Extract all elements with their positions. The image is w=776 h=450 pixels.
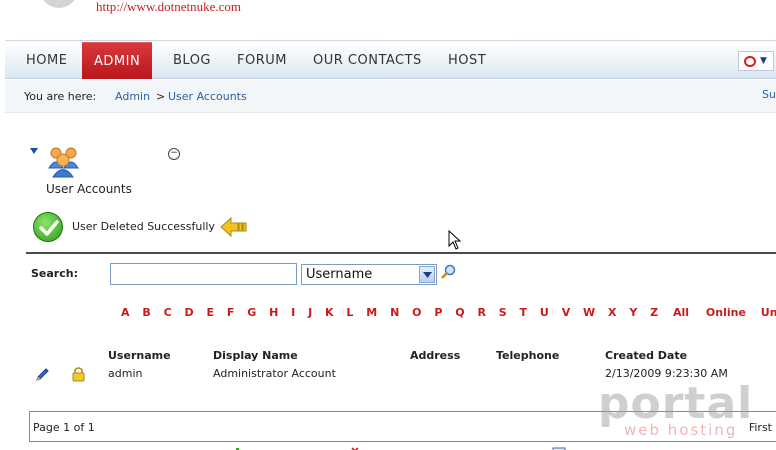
bottom-action-icons [0,443,776,450]
filter-letter-q[interactable]: Q [455,306,464,319]
filter-letter-k[interactable]: K [325,306,334,319]
filter-letter-r[interactable]: R [477,306,485,319]
breadcrumb-label: You are here: [24,90,97,103]
filter-letter-y[interactable]: Y [629,306,637,319]
filter-letter-e[interactable]: E [207,306,215,319]
portal-watermark-subtitle: web hosting [624,421,738,439]
search-field-value: Username [306,267,373,282]
filter-letter-m[interactable]: M [366,306,377,319]
cell-display-name: Administrator Account [213,367,336,380]
success-check-icon [33,212,63,242]
breadcrumb-admin-link[interactable]: Admin [115,90,150,103]
section-divider [26,252,776,254]
filter-letter-z[interactable]: Z [650,306,658,319]
filter-letter-s[interactable]: S [499,306,507,319]
column-header-telephone[interactable]: Telephone [496,349,559,362]
filter-letter-n[interactable]: N [390,306,399,319]
language-flag-icon [744,56,756,67]
column-header-created-date[interactable]: Created Date [605,349,687,362]
language-selector[interactable]: ▼ [738,51,774,71]
filter-letter-c[interactable]: C [164,306,172,319]
filter-letter-u[interactable]: U [540,306,549,319]
filter-letter-i[interactable]: I [291,306,295,319]
main-nav: HOME ADMIN BLOG FORUM OUR CONTACTS HOST … [5,42,776,79]
filter-letter-t[interactable]: T [520,306,528,319]
filter-letter-d[interactable]: D [185,306,194,319]
nav-host[interactable]: HOST [448,42,486,79]
filter-letter-x[interactable]: X [608,306,616,319]
chevron-down-icon: ▼ [760,56,767,66]
module-actions-icon[interactable] [30,148,38,154]
header-divider [5,40,776,41]
breadcrumb: You are here: Admin > User Accounts Su [5,80,776,113]
pointer-arrow-icon [220,216,248,240]
filter-letter-h[interactable]: H [269,306,278,319]
breadcrumb-right-link[interactable]: Su [762,88,776,101]
filter-letter-p[interactable]: P [434,306,442,319]
filter-online[interactable]: Online [706,306,746,319]
filter-letter-j[interactable]: J [308,306,312,319]
breadcrumb-separator: > [156,90,166,103]
letter-filter-bar: A B C D E F G H I J K L M N O P Q R S T … [121,306,776,319]
filter-letter-b[interactable]: B [142,306,150,319]
nav-home[interactable]: HOME [26,42,67,79]
dotnetnuke-logo-icon [40,0,78,8]
nav-admin[interactable]: ADMIN [82,42,153,79]
breadcrumb-user-accounts-link[interactable]: User Accounts [168,90,247,103]
cell-username: admin [108,367,143,380]
filter-unauthorized[interactable]: Unauth [761,306,776,319]
search-field-select[interactable]: Username [301,264,437,285]
users-icon [47,144,81,178]
search-label: Search: [31,267,78,280]
filter-all[interactable]: All [673,306,689,319]
minimize-icon[interactable]: − [168,148,180,160]
column-header-display-name[interactable]: Display Name [213,349,298,362]
edit-pencil-icon[interactable] [35,367,50,385]
filter-letter-v[interactable]: V [562,306,571,319]
chevron-down-icon[interactable] [419,266,435,283]
filter-letter-w[interactable]: W [583,306,595,319]
mouse-cursor-icon [448,229,462,253]
column-header-address[interactable]: Address [410,349,460,362]
pager-status: Page 1 of 1 [33,421,95,434]
site-url[interactable]: http://www.dotnetnuke.com [96,0,241,15]
nav-forum[interactable]: FORUM [237,42,287,79]
filter-letter-a[interactable]: A [121,306,130,319]
filter-letter-g[interactable]: G [247,306,256,319]
filter-letter-f[interactable]: F [227,306,235,319]
module-title: User Accounts [46,182,132,196]
lock-icon[interactable] [72,366,85,385]
search-icon[interactable] [441,264,456,282]
search-input[interactable] [110,263,297,285]
filter-letter-l[interactable]: L [346,306,353,319]
status-message: User Deleted Successfully [72,220,215,233]
column-header-username[interactable]: Username [108,349,171,362]
nav-blog[interactable]: BLOG [173,42,211,79]
filter-letter-o[interactable]: O [412,306,421,319]
nav-our-contacts[interactable]: OUR CONTACTS [313,42,422,79]
